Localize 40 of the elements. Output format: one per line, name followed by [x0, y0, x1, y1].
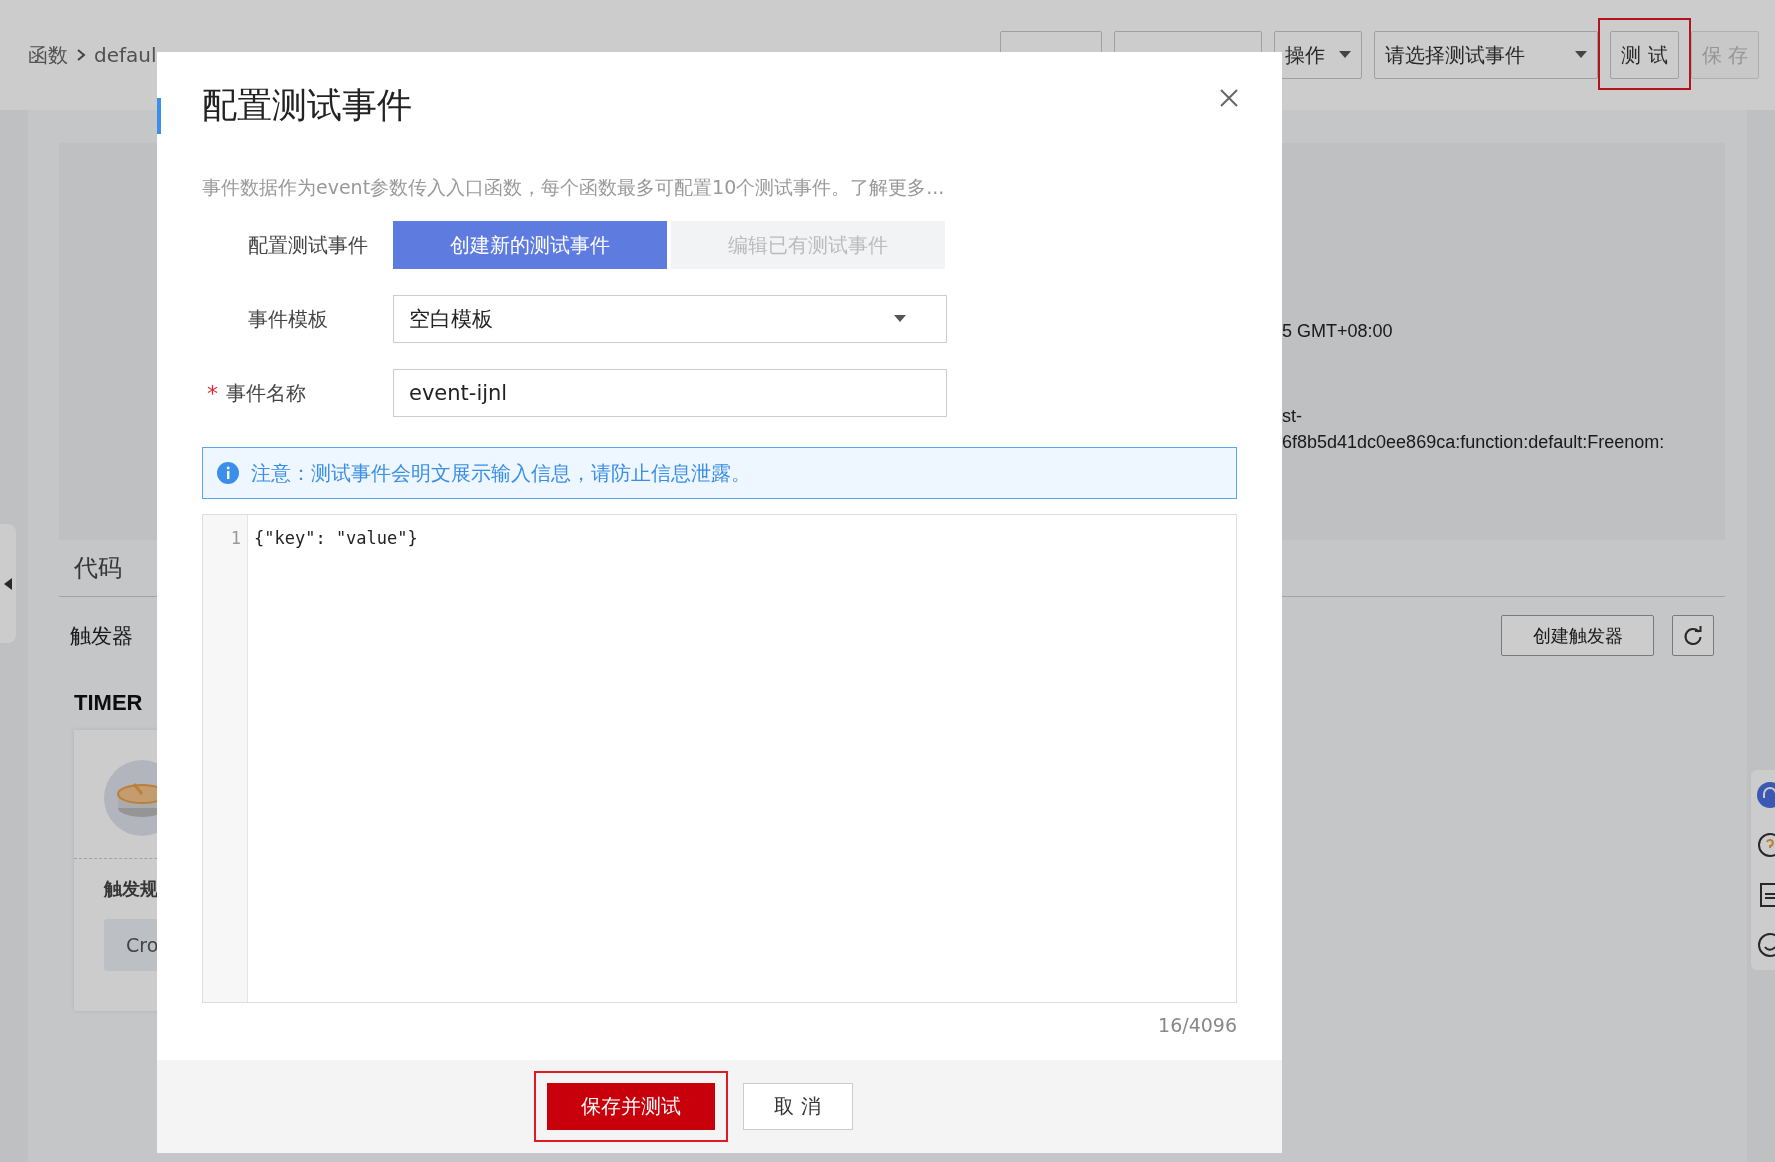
template-select[interactable]: 空白模板	[393, 295, 947, 343]
toolbar-button[interactable]: 测 试	[1610, 31, 1679, 79]
dialog-title: 配置测试事件	[202, 83, 412, 127]
caret-down-icon	[1339, 51, 1352, 59]
mode-tab[interactable]: 创建新的测试事件	[393, 221, 667, 269]
line-number: 1	[229, 527, 241, 549]
character-counter: 16/4096	[1157, 1014, 1237, 1036]
close-icon	[1220, 89, 1238, 107]
card-label: 触发规	[104, 877, 159, 901]
info-icon	[217, 462, 239, 484]
cancel-button[interactable]: 取 消	[742, 1083, 853, 1130]
field-label: 事件名称	[226, 379, 306, 407]
chevron-right-icon	[76, 48, 86, 62]
required-mark: *	[207, 380, 218, 406]
section-title: TIMER	[74, 690, 144, 716]
section-label: 触发器	[70, 622, 133, 650]
code-tab[interactable]: 代码	[74, 552, 122, 584]
description-text: 事件数据作为event参数传入入口函数，每个函数最多可配置10个测试事件。了解更多...	[202, 175, 946, 200]
breadcrumb-link[interactable]: defaul	[94, 43, 157, 67]
caret-left-icon	[4, 577, 12, 590]
event-name-input[interactable]: event-ijnl	[393, 369, 947, 417]
refresh-button[interactable]	[1672, 615, 1714, 656]
actions-dropdown[interactable]: 操作	[1274, 31, 1363, 79]
info-text: st-	[1282, 405, 1303, 428]
field-label: 配置测试事件	[247, 231, 369, 259]
close-button[interactable]	[1220, 89, 1238, 107]
code-editor[interactable]: 1 {"key": "value"}	[202, 514, 1237, 1003]
caret-down-icon	[1575, 51, 1588, 59]
test-event-select[interactable]: 请选择测试事件	[1374, 31, 1599, 79]
breadcrumb-link[interactable]: 函数	[28, 41, 68, 69]
info-text: 5 GMT+08:00	[1282, 320, 1394, 343]
refresh-icon	[1683, 625, 1703, 646]
caret-down-icon	[894, 315, 906, 323]
field-label: 事件模板	[247, 305, 329, 333]
collapse-tab[interactable]	[0, 524, 16, 643]
notice-text: 注意：测试事件会明文展示输入信息，请防止信息泄露。	[251, 459, 751, 487]
info-text: 6f8b5d41dc0ee869ca:function:default:Freenom:	[1282, 431, 1666, 454]
create-trigger-button[interactable]: 创建触发器	[1501, 615, 1654, 656]
save-and-test-button[interactable]: 保存并测试	[546, 1083, 715, 1130]
code-line: {"key": "value"}	[254, 527, 418, 549]
